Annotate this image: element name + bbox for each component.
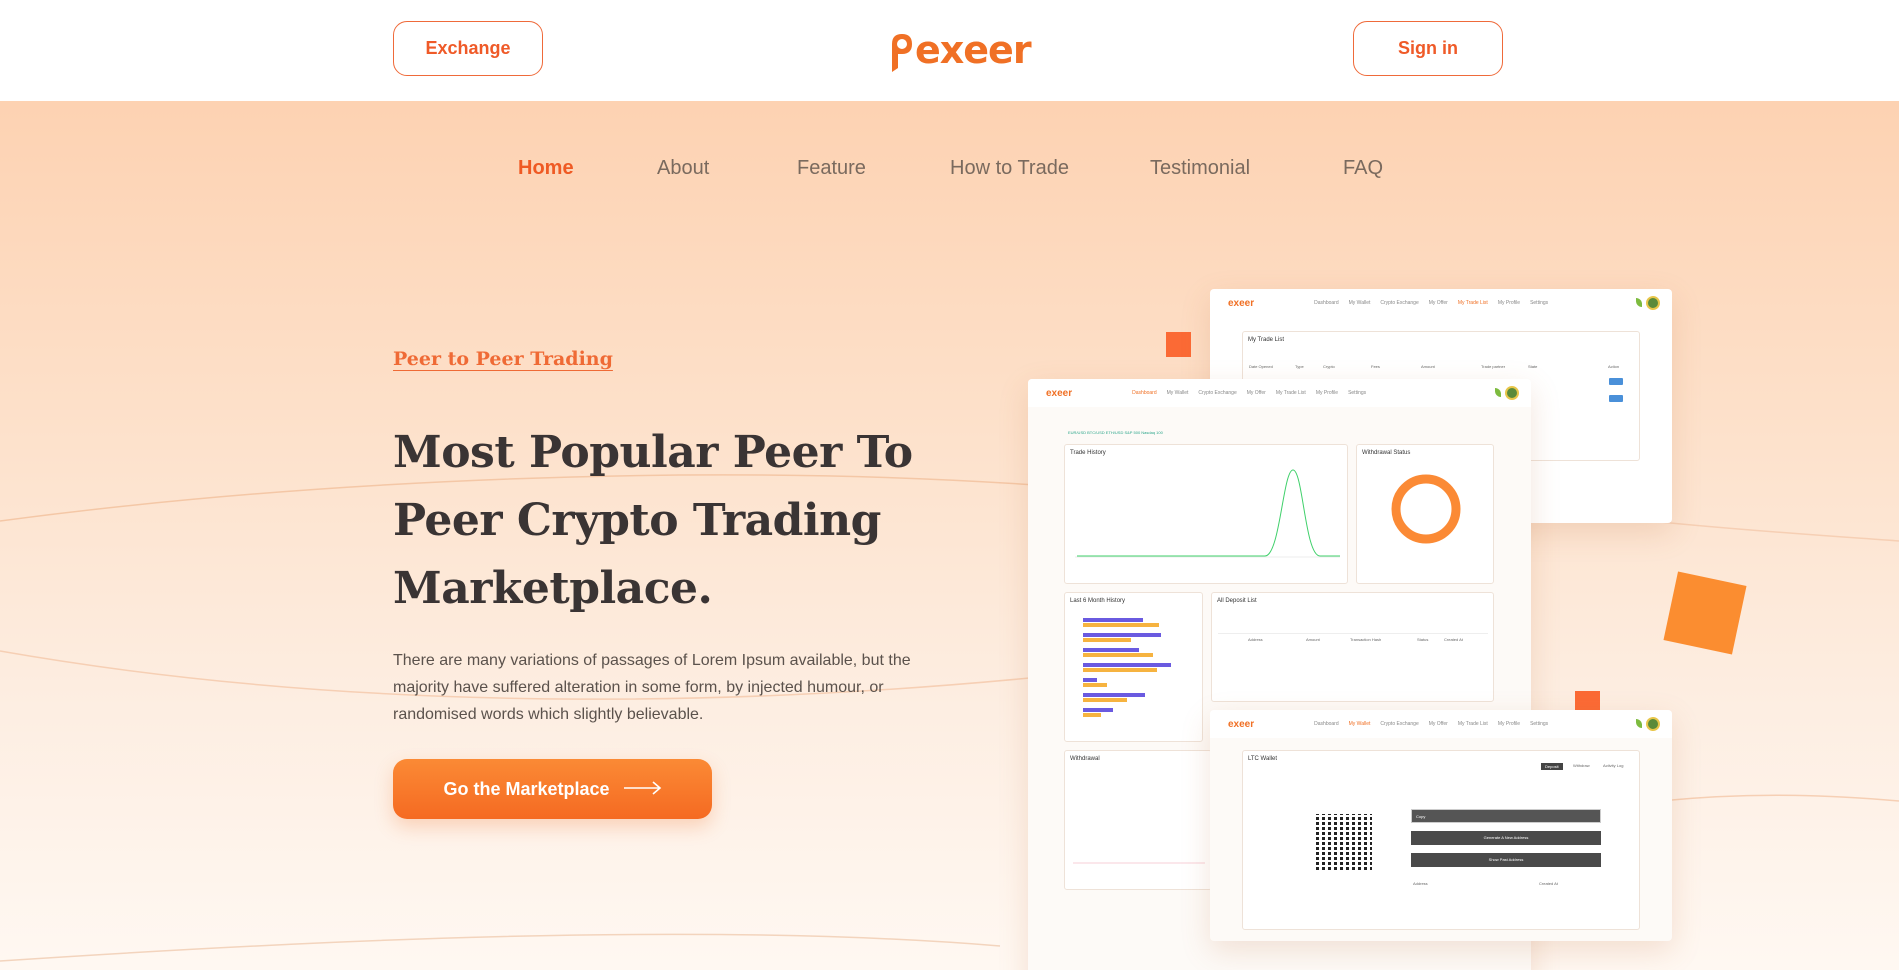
deposit-list-panel: All Deposit List Address Amount Transact… <box>1211 592 1494 702</box>
avatar <box>1505 386 1519 400</box>
trade-list-title: My Trade List <box>1248 337 1285 343</box>
arrow-right-icon <box>623 779 662 800</box>
deco-square <box>1663 571 1747 655</box>
withdrawal-donut <box>1391 474 1461 544</box>
top-header: Exchange exeer Sign in <box>0 0 1899 101</box>
qr-code-icon <box>1316 814 1372 870</box>
mockup-header: exeer Dashboard My Wallet Crypto Exchange M… <box>1210 289 1672 317</box>
pexeer-logo[interactable]: exeer <box>888 22 1032 72</box>
avatar <box>1646 296 1660 310</box>
deco-square <box>1166 332 1191 357</box>
nav-feature[interactable]: Feature <box>797 157 866 180</box>
wallet-panel: LTC Wallet Deposit Withdraw Activity Log… <box>1242 750 1640 930</box>
nav-faq[interactable]: FAQ <box>1343 157 1383 180</box>
hero-section: Home About Feature How to Trade Testimon… <box>0 101 1899 970</box>
hero-headline: Most Popular Peer To Peer Crypto Trading… <box>393 427 913 614</box>
last-6-month-panel: Last 6 Month History <box>1064 592 1203 742</box>
withdrawal-chart <box>1073 862 1205 864</box>
hero-eyebrow-link[interactable]: Peer to Peer Trading <box>393 348 613 370</box>
sign-in-button[interactable]: Sign in <box>1353 21 1503 76</box>
avatar <box>1646 717 1660 731</box>
trade-history-chart <box>1075 469 1340 558</box>
logo-mark-icon <box>888 28 914 72</box>
mockup-header: exeer Dashboard My Wallet Crypto Exchange M… <box>1210 710 1672 738</box>
ticker-bar: EUR/USD BTC/USD ETH/USD S&P 500 Nasdaq 1… <box>1068 430 1163 435</box>
mockup-wallet: exeer Dashboard My Wallet Crypto Exchange M… <box>1210 710 1672 941</box>
hero-paragraph: There are many variations of passages of… <box>393 652 911 723</box>
leaf-icon <box>1495 388 1501 397</box>
leaf-icon <box>1636 298 1642 307</box>
nav-about[interactable]: About <box>657 157 709 180</box>
main-nav: Home About Feature How to Trade Testimon… <box>0 157 1899 187</box>
mockup-nav: Dashboard My Wallet Crypto Exchange My Offe… <box>1314 300 1549 306</box>
withdrawal-status-panel: Withdrawal Status <box>1356 444 1494 584</box>
cta-label: Go the Marketplace <box>443 778 610 799</box>
nav-how-to-trade[interactable]: How to Trade <box>950 157 1069 180</box>
go-marketplace-button[interactable]: Go the Marketplace <box>393 759 712 819</box>
exchange-button[interactable]: Exchange <box>393 21 543 76</box>
last-6-month-bars <box>1083 618 1171 717</box>
nav-testimonial[interactable]: Testimonial <box>1150 157 1250 180</box>
mockup-logo: exeer <box>1228 297 1255 309</box>
mockup-header: exeer Dashboard My Wallet Crypto Exchange M… <box>1028 379 1531 407</box>
trade-history-panel: Trade History <box>1064 444 1348 584</box>
withdrawal-panel: Withdrawal <box>1064 750 1212 890</box>
leaf-icon <box>1636 719 1642 728</box>
logo-text: exeer <box>915 28 1032 72</box>
nav-home[interactable]: Home <box>518 157 574 180</box>
